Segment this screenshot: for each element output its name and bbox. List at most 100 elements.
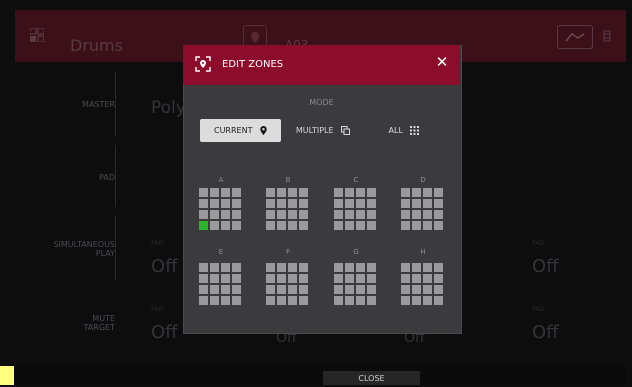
pad[interactable] <box>288 274 297 283</box>
pad[interactable] <box>232 285 241 294</box>
pad[interactable] <box>277 221 286 230</box>
pad[interactable] <box>199 188 208 197</box>
pad[interactable] <box>221 296 230 305</box>
pad[interactable] <box>266 296 275 305</box>
pad[interactable] <box>288 188 297 197</box>
pad[interactable] <box>266 188 275 197</box>
pad[interactable] <box>334 221 343 230</box>
pad[interactable] <box>367 274 376 283</box>
pad[interactable] <box>334 274 343 283</box>
pad[interactable] <box>434 296 443 305</box>
pad[interactable] <box>367 285 376 294</box>
pad[interactable] <box>434 285 443 294</box>
pad[interactable] <box>299 221 308 230</box>
mode-current-button[interactable]: CURRENT <box>200 119 281 142</box>
pad[interactable] <box>345 221 354 230</box>
pad[interactable] <box>356 285 365 294</box>
pad[interactable] <box>401 210 410 219</box>
pad[interactable] <box>356 199 365 208</box>
pad[interactable] <box>221 263 230 272</box>
pad[interactable] <box>412 263 421 272</box>
pad[interactable] <box>434 210 443 219</box>
pad[interactable] <box>334 199 343 208</box>
pad[interactable] <box>356 296 365 305</box>
simultaneous-play-value-right[interactable]: Off <box>532 256 559 277</box>
pad[interactable] <box>210 263 219 272</box>
pad[interactable] <box>232 188 241 197</box>
pad[interactable] <box>345 285 354 294</box>
pad[interactable] <box>334 188 343 197</box>
pad[interactable] <box>232 274 241 283</box>
pad[interactable] <box>210 285 219 294</box>
pad[interactable] <box>412 188 421 197</box>
pad[interactable] <box>345 274 354 283</box>
pad[interactable] <box>210 210 219 219</box>
pad[interactable] <box>288 285 297 294</box>
pad[interactable] <box>277 285 286 294</box>
pad[interactable] <box>401 263 410 272</box>
pad[interactable] <box>288 210 297 219</box>
pad[interactable] <box>356 263 365 272</box>
pad[interactable] <box>277 188 286 197</box>
pad[interactable] <box>277 274 286 283</box>
pad[interactable] <box>434 274 443 283</box>
pad[interactable] <box>356 188 365 197</box>
pad[interactable] <box>221 274 230 283</box>
pad[interactable] <box>299 296 308 305</box>
pad[interactable] <box>232 263 241 272</box>
sidebar-item-mute-target[interactable]: MUTE TARGET <box>15 314 115 332</box>
pad[interactable] <box>266 199 275 208</box>
pad[interactable] <box>266 210 275 219</box>
pad[interactable] <box>277 263 286 272</box>
pad[interactable] <box>412 221 421 230</box>
pad[interactable] <box>199 199 208 208</box>
pad[interactable] <box>356 210 365 219</box>
pad[interactable] <box>412 285 421 294</box>
mute-target-value-1[interactable]: Off <box>151 322 178 343</box>
pad[interactable] <box>210 188 219 197</box>
pad[interactable] <box>266 285 275 294</box>
pad[interactable] <box>288 263 297 272</box>
sidebar-item-simultaneous-play[interactable]: SIMULTANEOUS PLAY <box>15 240 115 258</box>
menu-icon[interactable] <box>603 30 611 42</box>
mode-multiple-button[interactable]: MULTIPLE <box>285 119 361 142</box>
pad[interactable] <box>288 199 297 208</box>
pad[interactable] <box>199 296 208 305</box>
pad[interactable] <box>423 285 432 294</box>
pad[interactable] <box>199 285 208 294</box>
pad[interactable] <box>232 199 241 208</box>
pad[interactable] <box>423 199 432 208</box>
pad[interactable] <box>345 296 354 305</box>
pad[interactable] <box>356 274 365 283</box>
pad[interactable] <box>277 296 286 305</box>
pad[interactable] <box>401 221 410 230</box>
pad[interactable] <box>367 199 376 208</box>
pad[interactable] <box>299 263 308 272</box>
pad[interactable] <box>412 210 421 219</box>
simultaneous-play-value[interactable]: Off <box>151 256 178 277</box>
pad[interactable] <box>334 285 343 294</box>
mute-target-value-4[interactable]: Off <box>532 322 559 343</box>
pad[interactable] <box>412 296 421 305</box>
pad[interactable] <box>367 263 376 272</box>
pad[interactable] <box>232 296 241 305</box>
pad[interactable] <box>221 188 230 197</box>
sidebar-item-pad[interactable]: PAD <box>15 173 115 182</box>
pad[interactable] <box>423 263 432 272</box>
pad[interactable] <box>299 210 308 219</box>
pad[interactable] <box>367 210 376 219</box>
pad[interactable] <box>221 285 230 294</box>
pad[interactable] <box>210 221 219 230</box>
pad[interactable] <box>423 274 432 283</box>
pad[interactable] <box>434 263 443 272</box>
pad[interactable] <box>401 274 410 283</box>
pad[interactable] <box>434 199 443 208</box>
pad[interactable] <box>334 263 343 272</box>
pad[interactable] <box>423 221 432 230</box>
close-icon[interactable]: ✕ <box>434 54 450 70</box>
pad[interactable] <box>266 274 275 283</box>
pad[interactable] <box>367 296 376 305</box>
program-type-label[interactable]: Drums <box>70 36 123 55</box>
pad[interactable] <box>299 199 308 208</box>
pad[interactable] <box>356 221 365 230</box>
